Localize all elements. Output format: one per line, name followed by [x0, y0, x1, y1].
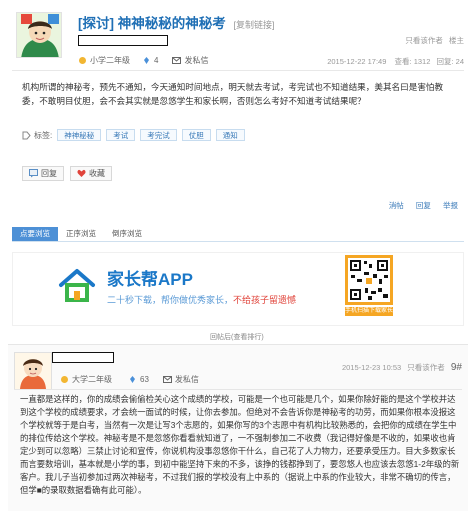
avatar-illustration	[17, 13, 61, 57]
views-count: 1312	[413, 57, 431, 66]
floor-owner-label: 楼主	[449, 36, 464, 45]
heart-icon	[77, 169, 86, 178]
app-title: 家长帮APP	[107, 270, 193, 289]
reply-button-label: 回复	[41, 169, 57, 178]
reply-view-author-only-link[interactable]: 只看该作者	[407, 363, 445, 372]
author-avatar[interactable]	[16, 12, 62, 58]
action-link[interactable]: 回复	[416, 201, 431, 210]
post-actions: 消帖 回复 举报	[389, 200, 458, 211]
author-count: 4	[154, 56, 159, 65]
reply-send-message-link[interactable]: 发私信	[175, 374, 199, 385]
post-tags: 标签: 神神秘秘 考试 考完试 仗胆 通知	[22, 129, 245, 141]
reply-author-count: 63	[140, 375, 149, 384]
header-divider	[12, 70, 464, 71]
post-title-line: [探讨] 神神秘秘的神秘考 [复制链接]	[78, 12, 275, 32]
app-subtitle-a: 二十秒下载，帮你做优秀家长，	[107, 295, 234, 305]
author-meta: 小学二年级 4 发私信	[78, 55, 208, 66]
author-grade: 小学二年级	[90, 56, 130, 65]
tag-pill[interactable]: 考完试	[140, 129, 177, 141]
app-banner[interactable]: 家长帮APP 二十秒下载，帮你做优秀家长，不给孩子留遗憾 手机扫描下载家长帮AP…	[12, 252, 464, 326]
reply-redacted-username	[52, 352, 114, 363]
grade-icon	[60, 375, 69, 384]
action-link[interactable]: 举报	[443, 201, 458, 210]
reply-separator[interactable]: 回帖后(查看排行)	[210, 332, 264, 342]
count-icon	[128, 375, 137, 384]
tag-pill[interactable]: 神神秘秘	[57, 129, 102, 141]
app-logo-icon	[57, 265, 97, 305]
post-date: 2015-12-22 17:49	[327, 57, 387, 66]
views-label: 查看:	[394, 57, 412, 66]
tab-reverse-order[interactable]: 倒序浏览	[104, 227, 150, 241]
reply-icon	[29, 169, 38, 178]
tag-pill[interactable]: 考试	[106, 129, 136, 141]
message-icon	[162, 375, 172, 384]
replies-count: 24	[455, 57, 464, 66]
grade-icon	[78, 56, 87, 65]
reply-divider	[14, 389, 462, 390]
send-message-link[interactable]: 发私信	[184, 55, 208, 66]
reply-author-avatar[interactable]	[14, 352, 52, 390]
replies-label: 回复:	[436, 57, 454, 66]
post-right-meta: 2015-12-22 17:49 查看: 1312 回复: 24	[327, 56, 464, 67]
post-content: 机构所谓的神秘考，预先不通知，今天通知时间地点，明天就去考试，考完试也不知道结果…	[22, 82, 444, 106]
tab-normal-order[interactable]: 正序浏览	[58, 227, 104, 241]
tab-highlights[interactable]: 点要浏览	[12, 227, 58, 241]
reply-author-meta: 大学二年级 63 发私信	[60, 374, 199, 385]
qr-code	[345, 255, 393, 305]
count-icon	[142, 56, 151, 65]
favorite-button[interactable]: 收藏	[70, 166, 112, 181]
post-category-tag[interactable]: [探讨]	[78, 16, 114, 31]
tag-icon	[22, 131, 31, 140]
reply-avatar-illustration	[15, 353, 51, 389]
reply-button[interactable]: 回复	[22, 166, 64, 181]
copy-link-button[interactable]: [复制链接]	[234, 20, 275, 30]
post-title: 神神秘秘的神秘考	[117, 16, 226, 31]
app-subtitle-b: 不给孩子留遗憾	[233, 295, 297, 305]
reply-right-meta: 2015-12-23 10:53 只看该作者 9#	[342, 362, 462, 373]
reply-author-grade: 大学二年级	[72, 375, 112, 384]
reply-content: 一直都是这样的，你的成绩会偷偷检关心这个成绩的学校，可能是一个也可能是几个，如果…	[20, 394, 460, 495]
reply-date: 2015-12-23 10:53	[341, 363, 402, 372]
qr-code-icon	[348, 258, 390, 302]
tags-label: 标签:	[34, 130, 53, 140]
redacted-username	[78, 35, 168, 46]
qr-caption: 手机扫描下载家长帮APP	[345, 307, 412, 316]
reply-floor-number: 9#	[450, 362, 462, 373]
favorite-button-label: 收藏	[89, 169, 105, 178]
app-subtitle: 二十秒下载，帮你做优秀家长，不给孩子留遗憾	[107, 293, 296, 306]
message-icon	[172, 56, 182, 65]
view-order-tabs: 点要浏览 正序浏览 倒序浏览	[12, 226, 464, 242]
view-author-only-link[interactable]: 只看该作者	[405, 36, 443, 45]
tag-pill[interactable]: 仗胆	[181, 129, 211, 141]
action-link[interactable]: 消帖	[389, 201, 404, 210]
tag-pill[interactable]: 通知	[215, 129, 245, 141]
post-right-meta-top: 只看该作者 楼主	[405, 35, 464, 46]
